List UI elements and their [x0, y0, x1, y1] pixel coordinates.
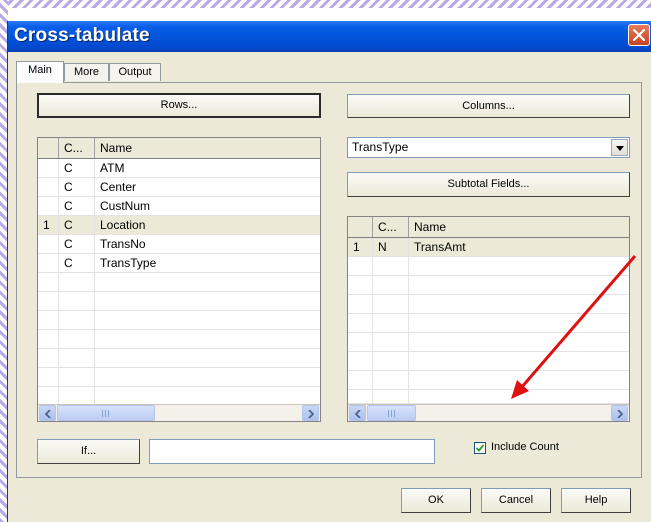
- cancel-button[interactable]: Cancel: [481, 488, 551, 513]
- tab-more[interactable]: More: [64, 63, 109, 81]
- rows-grid-row[interactable]: C ATM: [38, 159, 320, 178]
- type-cell: C: [59, 159, 95, 178]
- subtotal-grid-horizontal-scrollbar[interactable]: [348, 404, 629, 421]
- scroll-right-icon: [617, 410, 623, 418]
- decorative-frame-top: [0, 0, 651, 8]
- if-expression-input[interactable]: [149, 439, 435, 464]
- row-order-cell: [38, 178, 59, 197]
- empty-row: [348, 333, 629, 352]
- dropdown-arrow-icon: [616, 146, 624, 151]
- include-count-label[interactable]: Include Count: [491, 441, 559, 453]
- row-order-cell: [38, 254, 59, 273]
- subtotal-fields-button[interactable]: Subtotal Fields...: [347, 172, 630, 197]
- row-order-cell: 1: [38, 216, 59, 235]
- scroll-right-button[interactable]: [302, 405, 319, 421]
- tab-main[interactable]: Main: [16, 61, 64, 83]
- rows-grid-horizontal-scrollbar[interactable]: [38, 404, 320, 421]
- row-order-cell: 1: [348, 238, 373, 257]
- columns-field-value: TransType: [352, 140, 409, 154]
- column-type-header[interactable]: C...: [373, 217, 409, 237]
- row-number-header: [348, 217, 373, 237]
- close-icon: [633, 29, 645, 41]
- window-title: Cross-tabulate: [14, 25, 150, 46]
- empty-row: [38, 311, 320, 330]
- name-cell: TransAmt: [414, 240, 466, 254]
- scroll-left-icon: [45, 410, 51, 418]
- rows-grid-row[interactable]: C TransNo: [38, 235, 320, 254]
- row-order-cell: [38, 235, 59, 254]
- checkmark-icon: [476, 444, 484, 452]
- scroll-left-button[interactable]: [349, 405, 366, 421]
- type-cell: C: [59, 254, 95, 273]
- rows-grid-row-selected[interactable]: 1 C Location: [38, 216, 320, 235]
- include-count-checkbox[interactable]: [474, 442, 486, 454]
- name-cell: Location: [100, 218, 146, 232]
- subtotal-field-grid[interactable]: C... Name 1 N TransAmt: [347, 216, 630, 422]
- name-cell: ATM: [100, 161, 125, 175]
- name-cell: Center: [100, 180, 137, 194]
- empty-row: [348, 295, 629, 314]
- scroll-thumb[interactable]: [367, 405, 416, 421]
- column-type-header[interactable]: C...: [59, 138, 95, 158]
- empty-row: [38, 368, 320, 387]
- empty-row: [348, 314, 629, 333]
- empty-row: [348, 257, 629, 276]
- if-button[interactable]: If...: [37, 439, 140, 464]
- type-cell: C: [59, 178, 95, 197]
- column-name-header[interactable]: Name: [409, 217, 629, 237]
- title-bar[interactable]: Cross-tabulate: [8, 21, 651, 52]
- empty-row: [348, 390, 629, 409]
- rows-field-grid[interactable]: C... Name C ATM C Center C CustNum 1 C L…: [37, 137, 321, 422]
- empty-row: [38, 349, 320, 368]
- help-button[interactable]: Help: [561, 488, 631, 513]
- column-name-header[interactable]: Name: [95, 138, 320, 158]
- empty-row: [38, 292, 320, 311]
- scroll-right-icon: [308, 410, 314, 418]
- subtotal-grid-header: C... Name: [348, 217, 629, 238]
- name-cell: TransNo: [100, 237, 146, 251]
- columns-button[interactable]: Columns...: [347, 94, 630, 118]
- name-cell: CustNum: [100, 199, 151, 213]
- columns-field-select[interactable]: TransType: [347, 137, 630, 158]
- tab-output[interactable]: Output: [109, 63, 161, 81]
- rows-grid-row[interactable]: C CustNum: [38, 197, 320, 216]
- rows-grid-header: C... Name: [38, 138, 320, 159]
- scroll-right-button[interactable]: [611, 405, 628, 421]
- rows-grid-row[interactable]: C Center: [38, 178, 320, 197]
- type-cell: N: [373, 238, 409, 257]
- columns-dropdown-button[interactable]: [611, 139, 628, 156]
- empty-row: [348, 371, 629, 390]
- rows-button[interactable]: Rows...: [37, 93, 321, 118]
- type-cell: C: [59, 197, 95, 216]
- type-cell: C: [59, 235, 95, 254]
- row-order-cell: [38, 197, 59, 216]
- ok-button[interactable]: OK: [401, 488, 471, 513]
- rows-grid-row[interactable]: C TransType: [38, 254, 320, 273]
- name-cell: TransType: [100, 256, 157, 270]
- scroll-left-icon: [355, 410, 361, 418]
- subtotal-grid-row-selected[interactable]: 1 N TransAmt: [348, 238, 629, 257]
- row-order-cell: [38, 159, 59, 178]
- scroll-left-button[interactable]: [39, 405, 56, 421]
- empty-row: [38, 330, 320, 349]
- close-button[interactable]: [628, 24, 650, 46]
- empty-row: [348, 352, 629, 371]
- cross-tabulate-dialog: Cross-tabulate Main More Output Rows... …: [7, 21, 651, 522]
- type-cell: C: [59, 216, 95, 235]
- empty-row: [38, 273, 320, 292]
- empty-row: [348, 276, 629, 295]
- row-number-header: [38, 138, 59, 158]
- scroll-thumb[interactable]: [57, 405, 155, 421]
